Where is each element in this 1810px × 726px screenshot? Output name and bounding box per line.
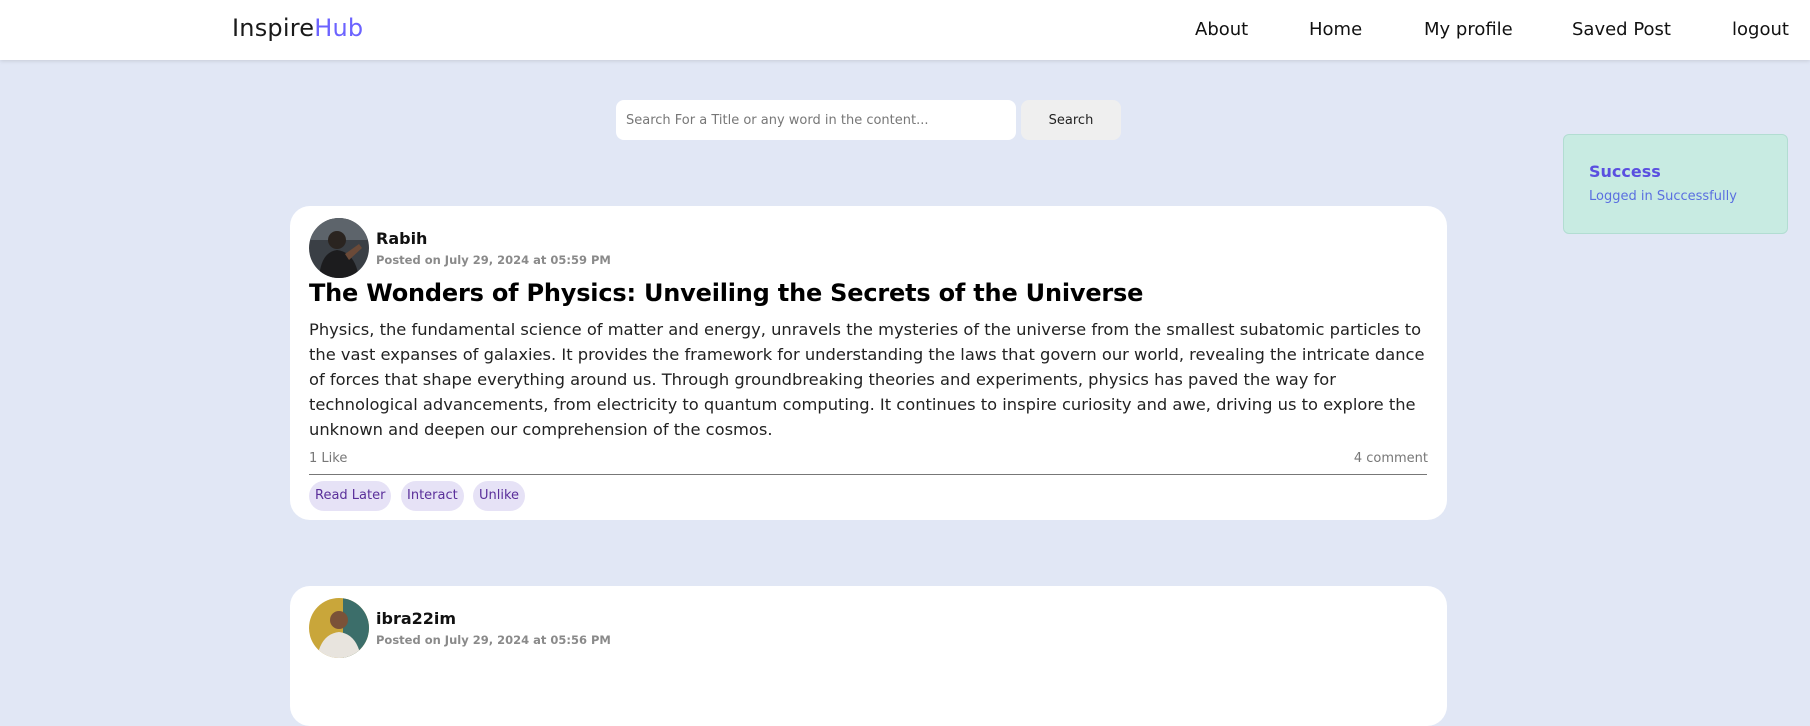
- post-timestamp: Posted on July 29, 2024 at 05:59 PM: [376, 253, 611, 267]
- nav-about[interactable]: About: [1195, 19, 1248, 40]
- avatar-image: [309, 598, 369, 658]
- unlike-button[interactable]: Unlike: [473, 481, 526, 511]
- search-input[interactable]: [616, 100, 1016, 140]
- comment-count[interactable]: 4 comment: [1354, 451, 1428, 466]
- nav-my-profile[interactable]: My profile: [1424, 19, 1513, 40]
- brand-name-accent: Hub: [314, 14, 364, 42]
- search-button[interactable]: Search: [1021, 100, 1121, 140]
- read-later-button[interactable]: Read Later: [309, 481, 392, 511]
- post-body: Physics, the fundamental science of matt…: [309, 320, 1425, 439]
- like-count: 1 Like: [309, 451, 348, 466]
- post-timestamp: Posted on July 29, 2024 at 05:56 PM: [376, 633, 611, 647]
- post-title[interactable]: The Wonders of Physics: Unveiling the Se…: [309, 279, 1143, 307]
- brand-name-main: Inspire: [232, 14, 315, 42]
- interact-button[interactable]: Interact: [401, 481, 464, 511]
- post-author[interactable]: ibra22im: [376, 609, 456, 628]
- nav-home[interactable]: Home: [1309, 19, 1362, 40]
- top-navbar: InspireHub About Home My profile Saved P…: [0, 0, 1810, 60]
- toast-message: Logged in Successfully: [1589, 189, 1737, 204]
- nav-saved-post[interactable]: Saved Post: [1572, 19, 1671, 40]
- toast-title: Success: [1589, 162, 1661, 181]
- brand-logo[interactable]: InspireHub: [232, 14, 363, 42]
- post-divider: [309, 474, 1427, 475]
- author-avatar[interactable]: [309, 218, 369, 278]
- author-avatar[interactable]: [309, 598, 369, 658]
- post-card: ibra22im Posted on July 29, 2024 at 05:5…: [290, 586, 1447, 726]
- avatar-image: [309, 218, 369, 278]
- post-author[interactable]: Rabih: [376, 229, 427, 248]
- success-toast: Success Logged in Successfully: [1563, 134, 1788, 234]
- post-card: Rabih Posted on July 29, 2024 at 05:59 P…: [290, 206, 1447, 520]
- nav-logout[interactable]: logout: [1732, 19, 1789, 40]
